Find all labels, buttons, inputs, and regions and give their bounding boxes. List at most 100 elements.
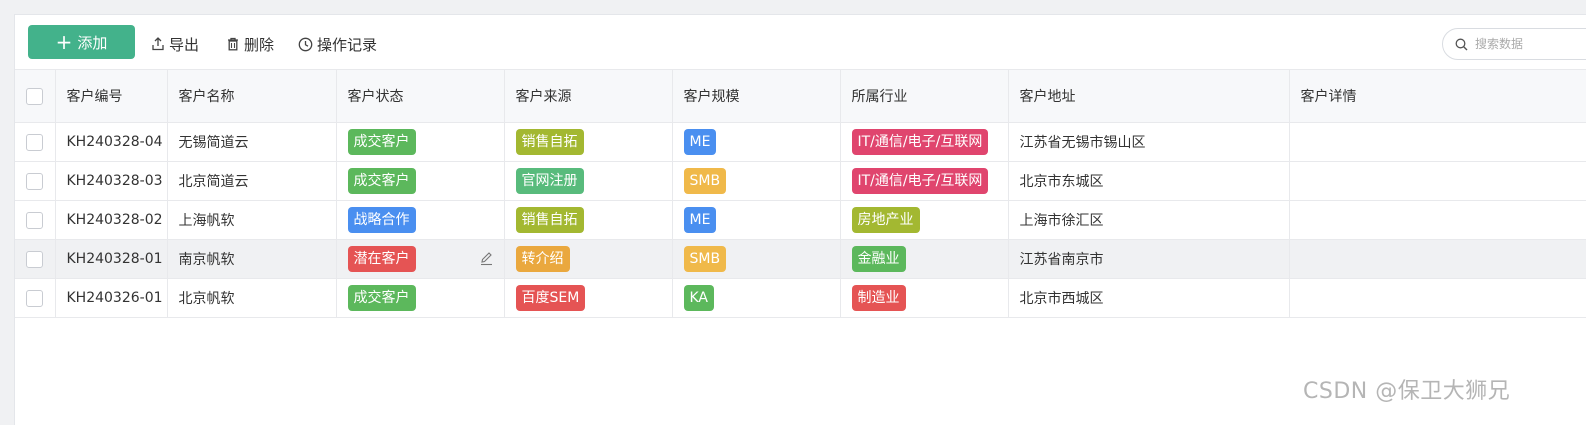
industry-tag: IT/通信/电子/互联网	[851, 168, 989, 194]
scale-cell[interactable]: ME	[672, 200, 841, 240]
table-row[interactable]: KH240328-02 上海帆软 战略合作 销售自拓 ME 房地产业 上海市徐汇…	[15, 200, 1586, 240]
row-checkbox[interactable]	[26, 250, 43, 268]
status-cell[interactable]: 成交客户	[336, 278, 505, 318]
column-header[interactable]: 所属行业	[840, 69, 1009, 123]
table-row[interactable]: KH240328-03 北京简道云 成交客户 官网注册 SMB IT/通信/电子…	[15, 161, 1586, 201]
toolbar: + 添加 导出 删除 操作记录	[15, 15, 1586, 69]
export-label: 导出	[169, 35, 200, 54]
status-tag: 成交客户	[347, 168, 416, 194]
table-row[interactable]: KH240326-01 北京帆软 成交客户 百度SEM KA 制造业 北京市西城…	[15, 278, 1586, 318]
customer-panel: + 添加 导出 删除 操作记录 搜索数据 客户编号 客户名称 客户状态 客户来源…	[14, 14, 1586, 425]
status-cell[interactable]: 战略合作	[336, 200, 505, 240]
status-cell[interactable]: 潜在客户	[336, 239, 505, 279]
customer-address: 上海市徐汇区	[1008, 200, 1290, 240]
customer-address: 江苏省南京市	[1008, 239, 1290, 279]
export-icon	[152, 37, 164, 51]
source-tag: 销售自拓	[515, 207, 584, 233]
row-select-cell	[15, 278, 56, 318]
source-cell[interactable]: 官网注册	[504, 161, 673, 201]
add-button[interactable]: + 添加	[28, 25, 135, 59]
customer-id: KH240328-03	[55, 161, 168, 201]
customer-name: 北京简道云	[167, 161, 337, 201]
customer-address: 江苏省无锡市锡山区	[1008, 122, 1290, 162]
table-row[interactable]: KH240328-01 南京帆软 潜在客户 转介绍 SMB 金融业 江苏省南京市	[15, 239, 1586, 279]
scale-tag: ME	[683, 207, 717, 233]
industry-cell[interactable]: IT/通信/电子/互联网	[840, 122, 1009, 162]
search-input[interactable]	[1473, 36, 1586, 52]
column-header[interactable]: 客户地址	[1008, 69, 1290, 123]
export-button[interactable]: 导出	[151, 33, 199, 55]
status-tag: 成交客户	[347, 129, 416, 155]
industry-cell[interactable]: IT/通信/电子/互联网	[840, 161, 1009, 201]
scale-tag: SMB	[683, 246, 727, 272]
row-select-cell	[15, 122, 56, 162]
row-checkbox[interactable]	[26, 133, 43, 151]
customer-detail[interactable]	[1289, 122, 1586, 162]
customer-name: 无锡简道云	[167, 122, 337, 162]
table-row[interactable]: KH240328-04 无锡简道云 成交客户 销售自拓 ME IT/通信/电子/…	[15, 122, 1586, 162]
row-checkbox[interactable]	[26, 172, 43, 190]
customer-id: KH240328-01	[55, 239, 168, 279]
row-select-cell	[15, 239, 56, 279]
source-cell[interactable]: 销售自拓	[504, 200, 673, 240]
row-checkbox[interactable]	[26, 289, 43, 307]
delete-label: 删除	[244, 35, 275, 54]
customer-detail[interactable]	[1289, 239, 1586, 279]
status-cell[interactable]: 成交客户	[336, 122, 505, 162]
watermark: CSDN @保卫大狮兄	[1303, 379, 1511, 404]
industry-tag: 金融业	[851, 246, 906, 272]
column-header[interactable]: 客户状态	[336, 69, 505, 123]
select-all-checkbox[interactable]	[26, 87, 43, 105]
industry-cell[interactable]: 制造业	[840, 278, 1009, 318]
industry-cell[interactable]: 金融业	[840, 239, 1009, 279]
status-tag: 潜在客户	[347, 246, 416, 272]
operation-log-button[interactable]: 操作记录	[298, 33, 377, 55]
scale-tag: KA	[683, 285, 715, 311]
table-header-row: 客户编号 客户名称 客户状态 客户来源 客户规模 所属行业 客户地址 客户详情	[15, 69, 1586, 123]
pencil-icon[interactable]	[479, 251, 494, 266]
customer-name: 上海帆软	[167, 200, 337, 240]
trash-icon	[228, 37, 238, 51]
scale-tag: ME	[683, 129, 717, 155]
search-icon	[1455, 38, 1468, 50]
source-cell[interactable]: 销售自拓	[504, 122, 673, 162]
scale-cell[interactable]: SMB	[672, 161, 841, 201]
customer-name: 北京帆软	[167, 278, 337, 318]
scale-cell[interactable]: ME	[672, 122, 841, 162]
column-header[interactable]: 客户详情	[1289, 69, 1586, 123]
row-select-cell	[15, 161, 56, 201]
scale-cell[interactable]: SMB	[672, 239, 841, 279]
source-tag: 官网注册	[515, 168, 584, 194]
search-box[interactable]	[1442, 28, 1586, 60]
industry-tag: IT/通信/电子/互联网	[851, 129, 989, 155]
status-tag: 战略合作	[347, 207, 416, 233]
industry-cell[interactable]: 房地产业	[840, 200, 1009, 240]
source-tag: 转介绍	[515, 246, 570, 272]
column-header[interactable]: 客户名称	[167, 69, 337, 123]
select-all-cell	[15, 69, 56, 123]
row-select-cell	[15, 200, 56, 240]
status-cell[interactable]: 成交客户	[336, 161, 505, 201]
clock-icon	[298, 37, 313, 51]
customer-detail[interactable]	[1289, 200, 1586, 240]
customer-address: 北京市东城区	[1008, 161, 1290, 201]
source-tag: 百度SEM	[515, 285, 586, 311]
customer-detail[interactable]	[1289, 278, 1586, 318]
row-checkbox[interactable]	[26, 211, 43, 229]
industry-tag: 制造业	[851, 285, 906, 311]
scale-cell[interactable]: KA	[672, 278, 841, 318]
column-header[interactable]: 客户编号	[55, 69, 168, 123]
delete-button[interactable]: 删除	[226, 33, 274, 55]
source-tag: 销售自拓	[515, 129, 584, 155]
customer-address: 北京市西城区	[1008, 278, 1290, 318]
column-header[interactable]: 客户来源	[504, 69, 673, 123]
industry-tag: 房地产业	[851, 207, 920, 233]
customer-detail[interactable]	[1289, 161, 1586, 201]
customer-id: KH240328-04	[55, 122, 168, 162]
customer-id: KH240326-01	[55, 278, 168, 318]
column-header[interactable]: 客户规模	[672, 69, 841, 123]
add-button-label: 添加	[77, 33, 108, 52]
scale-tag: SMB	[683, 168, 727, 194]
source-cell[interactable]: 百度SEM	[504, 278, 673, 318]
source-cell[interactable]: 转介绍	[504, 239, 673, 279]
